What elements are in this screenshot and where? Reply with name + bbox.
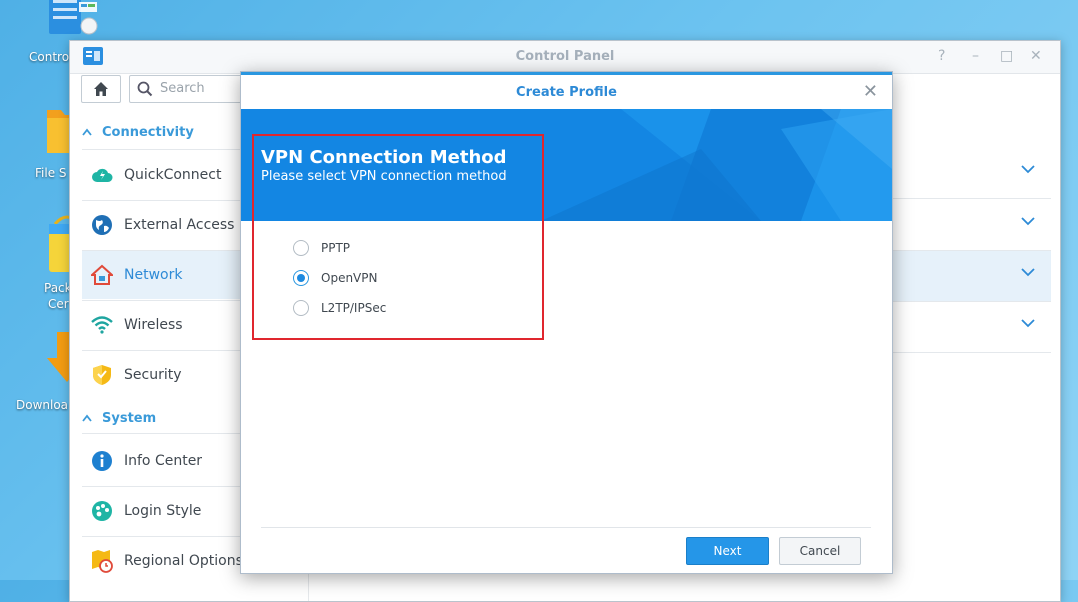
radio-option-l2tp-ipsec[interactable]: L2TP/IPSec xyxy=(293,297,386,319)
group-label: System xyxy=(102,410,157,426)
network-home-icon xyxy=(90,263,114,287)
radio-label: PPTP xyxy=(321,241,351,255)
chevron-down-icon xyxy=(1021,165,1035,174)
sidebar-item-label: QuickConnect xyxy=(124,167,222,183)
chevron-down-icon xyxy=(1021,319,1035,328)
radio-label: L2TP/IPSec xyxy=(321,301,387,315)
info-icon xyxy=(90,449,114,473)
dialog-close-icon[interactable]: ✕ xyxy=(863,83,878,101)
chevron-down-icon xyxy=(1021,217,1035,226)
group-label: Connectivity xyxy=(102,124,194,140)
radio-label: OpenVPN xyxy=(321,271,378,285)
maximize-icon[interactable]: □ xyxy=(1000,48,1013,64)
widget-icon xyxy=(79,2,98,35)
chevron-up-icon xyxy=(82,128,92,136)
help-icon[interactable]: ? xyxy=(938,48,945,64)
sidebar-item-label: Info Center xyxy=(124,453,203,469)
search-icon xyxy=(137,81,153,97)
radio-option-openvpn[interactable]: OpenVPN xyxy=(293,267,377,289)
globe-icon xyxy=(90,213,114,237)
sidebar-item-label: Network xyxy=(124,267,183,283)
home-button[interactable] xyxy=(81,75,121,103)
content-row[interactable] xyxy=(891,200,1051,251)
sidebar-item-label: Regional Options xyxy=(124,553,243,569)
create-profile-dialog: Create Profile ✕ VPN Connection Method P… xyxy=(240,71,893,574)
desktop-label-package-center-1: Pack xyxy=(44,281,72,295)
desktop-label-package-center-2: Cer xyxy=(48,297,69,311)
wifi-icon xyxy=(90,313,114,337)
dialog-banner: VPN Connection Method Please select VPN … xyxy=(241,109,892,221)
banner-subtitle: Please select VPN connection method xyxy=(261,169,507,184)
banner-title: VPN Connection Method xyxy=(261,147,507,168)
regional-clock-icon xyxy=(90,549,114,573)
desktop-label-file-station: File S xyxy=(35,166,67,180)
shield-icon xyxy=(90,363,114,387)
window-titlebar[interactable]: Control Panel ? – □ ✕ xyxy=(70,41,1060,74)
cancel-button[interactable]: Cancel xyxy=(779,537,861,565)
content-row-selected[interactable] xyxy=(891,251,1051,302)
close-icon[interactable]: ✕ xyxy=(1030,48,1042,64)
group-header-system[interactable]: System xyxy=(82,405,156,431)
desktop-label-download: Downloa xyxy=(16,398,69,412)
radio-button[interactable] xyxy=(293,240,309,256)
palette-icon xyxy=(90,499,114,523)
chevron-down-icon xyxy=(1021,268,1035,277)
content-row[interactable] xyxy=(891,148,1051,199)
radio-button[interactable] xyxy=(293,300,309,316)
dialog-titlebar[interactable]: Create Profile ✕ xyxy=(241,72,892,108)
desktop-icon-widgets[interactable] xyxy=(74,0,104,40)
radio-option-pptp[interactable]: PPTP xyxy=(293,237,350,259)
sidebar-item-label: Wireless xyxy=(124,317,183,333)
group-header-connectivity[interactable]: Connectivity xyxy=(82,119,194,145)
radio-button-checked[interactable] xyxy=(293,270,309,286)
sidebar-item-label: Login Style xyxy=(124,503,202,519)
content-row[interactable] xyxy=(891,302,1051,353)
quickconnect-icon xyxy=(90,163,114,187)
footer-divider xyxy=(261,527,871,528)
minimize-icon[interactable]: – xyxy=(972,48,979,64)
sidebar-item-label: Security xyxy=(124,367,182,383)
home-icon xyxy=(94,82,108,96)
dialog-title: Create Profile xyxy=(516,85,617,100)
next-button[interactable]: Next xyxy=(686,537,769,565)
desktop-label-control: Control xyxy=(29,50,73,64)
window-title: Control Panel xyxy=(515,49,615,64)
chevron-up-icon xyxy=(82,414,92,422)
sidebar-item-label: External Access xyxy=(124,217,235,233)
